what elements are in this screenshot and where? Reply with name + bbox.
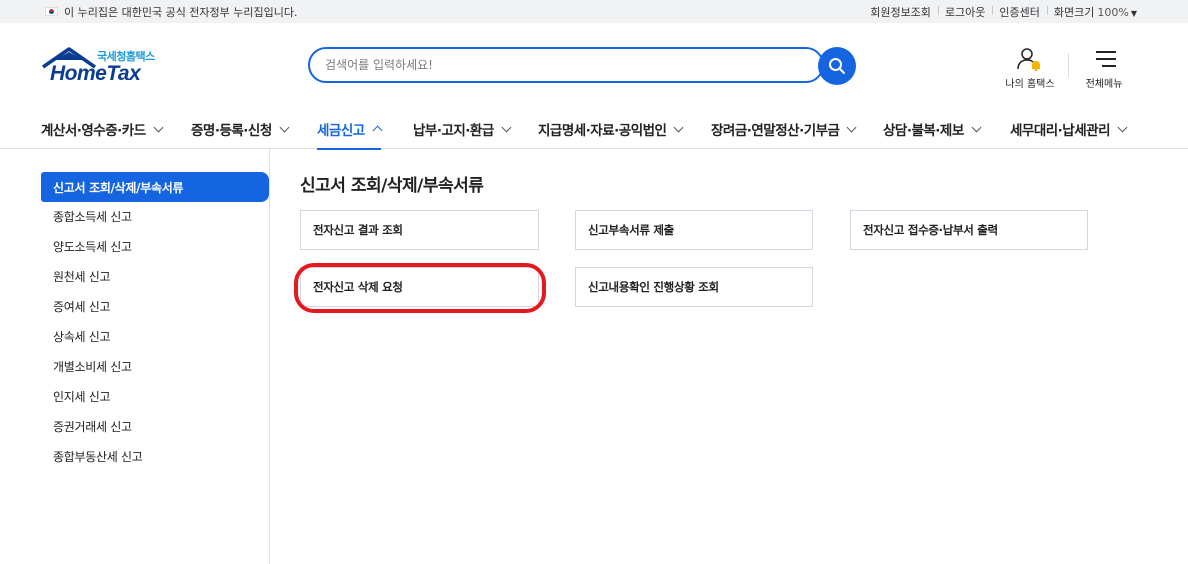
gov-notice: 이 누리집은 대한민국 공식 전자정부 누리집입니다. bbox=[45, 4, 298, 20]
zoom-label: 화면크기 bbox=[1053, 5, 1095, 19]
gov-notice-text: 이 누리집은 대한민국 공식 전자정부 누리집입니다. bbox=[64, 5, 298, 19]
gov-banner: 이 누리집은 대한민국 공식 전자정부 누리집입니다. 회원정보조회 로그아웃 … bbox=[0, 0, 1188, 23]
my-hometax-label: 나의 홈택스 bbox=[1005, 79, 1055, 90]
gnb-item-incentives[interactable]: 장려금·연말정산·기부금 bbox=[711, 109, 857, 149]
gnb-item-receipts[interactable]: 계산서·영수증·카드 bbox=[41, 109, 164, 149]
sidebar: 신고서 조회/삭제/부속서류 종합소득세 신고 양도소득세 신고 원천세 신고 … bbox=[0, 149, 270, 564]
all-menu-button[interactable]: 전체메뉴 bbox=[1080, 47, 1128, 90]
sidebar-item-excise-tax[interactable]: 개별소비세 신고 bbox=[41, 351, 269, 381]
card-review-status[interactable]: 신고내용확인 진행상황 조회 bbox=[575, 267, 813, 307]
logout-link[interactable]: 로그아웃 bbox=[937, 4, 992, 20]
all-menu-label: 전체메뉴 bbox=[1085, 79, 1123, 90]
chevron-down-icon bbox=[501, 122, 512, 132]
chevron-down-icon bbox=[153, 122, 164, 132]
header-divider bbox=[1068, 53, 1069, 77]
sidebar-item-income-tax[interactable]: 종합소득세 신고 bbox=[41, 201, 269, 231]
hometax-logo[interactable]: 국세청홈택스 HomeTax bbox=[41, 47, 161, 87]
sidebar-item-transfer-tax[interactable]: 양도소득세 신고 bbox=[41, 231, 269, 261]
search-button[interactable] bbox=[818, 47, 856, 85]
chevron-down-icon bbox=[279, 122, 290, 132]
korea-flag-icon bbox=[45, 7, 58, 16]
gnb-label: 납부·고지·환급 bbox=[413, 123, 494, 139]
logo-title: HomeTax bbox=[50, 62, 141, 85]
sidebar-item-inheritance-tax[interactable]: 상속세 신고 bbox=[41, 321, 269, 351]
zoom-control[interactable]: 화면크기 100% ▼ bbox=[1046, 4, 1144, 20]
utility-links: 회원정보조회 로그아웃 인증센터 화면크기 100% ▼ bbox=[863, 4, 1144, 20]
search-box bbox=[308, 47, 824, 83]
page-title: 신고서 조회/삭제/부속서류 bbox=[300, 176, 484, 196]
card-efiling-result[interactable]: 전자신고 결과 조회 bbox=[300, 210, 539, 250]
sidebar-item-property-tax[interactable]: 종합부동산세 신고 bbox=[41, 441, 269, 471]
chevron-down-icon bbox=[1117, 122, 1128, 132]
hamburger-icon bbox=[1092, 47, 1116, 71]
gnb-label: 상담·불복·제보 bbox=[883, 123, 964, 139]
gnb-item-certificates[interactable]: 증명·등록·신청 bbox=[191, 109, 290, 149]
cert-center-link[interactable]: 인증센터 bbox=[992, 4, 1046, 20]
content-area: 신고서 조회/삭제/부속서류 종합소득세 신고 양도소득세 신고 원천세 신고 … bbox=[0, 149, 1188, 564]
card-receipt-print[interactable]: 전자신고 접수증·납부서 출력 bbox=[850, 210, 1088, 250]
gnb-item-statements[interactable]: 지급명세·자료·공익법인 bbox=[538, 109, 684, 149]
chevron-down-icon bbox=[674, 122, 684, 132]
user-bell-icon bbox=[1015, 47, 1045, 72]
sidebar-item-report-lookup[interactable]: 신고서 조회/삭제/부속서류 bbox=[41, 172, 269, 202]
gnb-label: 장려금·연말정산·기부금 bbox=[711, 123, 840, 139]
sidebar-item-withholding-tax[interactable]: 원천세 신고 bbox=[41, 261, 269, 291]
card-delete-request[interactable]: 전자신고 삭제 요청 bbox=[300, 267, 539, 307]
chevron-down-icon bbox=[971, 122, 982, 132]
main-navigation: 계산서·영수증·카드 증명·등록·신청 세금신고 납부·고지·환급 지급명세·자… bbox=[0, 109, 1188, 150]
card-attachment-submit[interactable]: 신고부속서류 제출 bbox=[575, 210, 813, 250]
header: 국세청홈택스 HomeTax 나의 홈택스 전체메뉴 bbox=[0, 23, 1188, 109]
gnb-item-tax-filing[interactable]: 세금신고 bbox=[317, 109, 383, 150]
chevron-down-icon bbox=[847, 122, 857, 132]
gnb-label: 세무대리·납세관리 bbox=[1010, 123, 1111, 139]
gnb-item-tax-agent[interactable]: 세무대리·납세관리 bbox=[1010, 109, 1128, 149]
sidebar-item-stamp-tax[interactable]: 인지세 신고 bbox=[41, 381, 269, 411]
sidebar-item-securities-tax[interactable]: 증권거래세 신고 bbox=[41, 411, 269, 441]
search-input[interactable] bbox=[325, 58, 822, 72]
member-info-link[interactable]: 회원정보조회 bbox=[863, 4, 938, 20]
gnb-item-consulting[interactable]: 상담·불복·제보 bbox=[883, 109, 982, 149]
gnb-label: 지급명세·자료·공익법인 bbox=[538, 123, 667, 139]
gnb-item-payment[interactable]: 납부·고지·환급 bbox=[413, 109, 512, 149]
zoom-value: 100% bbox=[1097, 5, 1129, 19]
sidebar-item-gift-tax[interactable]: 증여세 신고 bbox=[41, 291, 269, 321]
search-icon bbox=[829, 58, 845, 74]
gnb-label: 증명·등록·신청 bbox=[191, 123, 272, 139]
gnb-label: 세금신고 bbox=[317, 123, 365, 139]
gnb-label: 계산서·영수증·카드 bbox=[41, 123, 146, 139]
my-hometax-button[interactable]: 나의 홈택스 bbox=[1000, 47, 1060, 90]
chevron-up-icon bbox=[372, 125, 383, 136]
chevron-down-icon: ▼ bbox=[1130, 8, 1137, 18]
